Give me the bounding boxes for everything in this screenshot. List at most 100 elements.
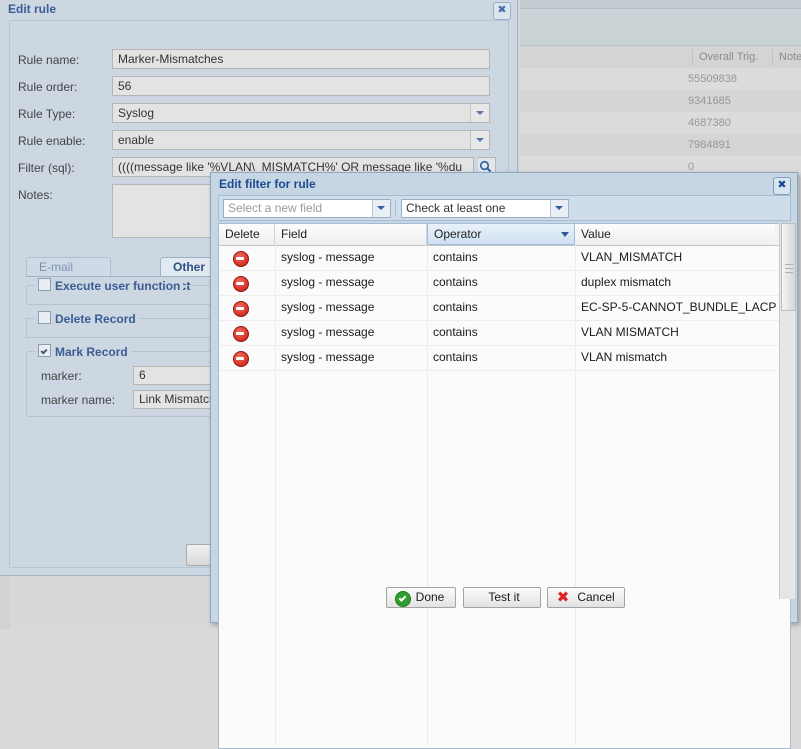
background-toolbar-strip — [520, 0, 801, 9]
cell-value: duplex mismatch — [581, 275, 672, 289]
table-row[interactable]: syslog - message contains duplex mismatc… — [219, 271, 790, 296]
checkbox-execute-user-function[interactable] — [38, 278, 51, 291]
done-button-label: Done — [415, 590, 445, 604]
rule-enable-value: enable — [118, 133, 155, 147]
tab-email-notification[interactable]: E-mail Notification — [26, 257, 112, 293]
remove-icon[interactable] — [233, 351, 249, 367]
label-marker-name: marker name: — [41, 393, 116, 407]
label-rule-enable: Rule enable: — [18, 134, 86, 148]
background-grid-row: 7984891 — [520, 134, 801, 157]
column-header-operator[interactable]: Operator — [427, 224, 575, 245]
rule-name-input[interactable]: Marker-Mismatches — [112, 49, 490, 69]
chevron-down-icon[interactable] — [561, 232, 569, 237]
field-select-placeholder: Select a new field — [228, 201, 323, 215]
done-button[interactable]: Done — [386, 587, 456, 608]
rule-enable-select[interactable]: enable — [112, 130, 490, 150]
label-filter-sql: Filter (sql): — [18, 161, 75, 175]
form-row-rule-name: Rule name: Marker-Mismatches — [18, 49, 498, 71]
cell-field: syslog - message — [281, 250, 375, 264]
rule-order-input[interactable]: 56 — [112, 76, 490, 96]
filter-dialog-title: Edit filter for rule — [219, 177, 316, 191]
chevron-down-icon[interactable] — [550, 200, 568, 217]
cell-operator: contains — [433, 325, 478, 339]
filter-grid: Delete Field Operator Value syslog - mes… — [218, 223, 791, 749]
grid-divider — [575, 245, 576, 745]
cell-field: syslog - message — [281, 275, 375, 289]
background-column-note: Note — [779, 51, 801, 63]
remove-icon[interactable] — [233, 276, 249, 292]
rule-type-select[interactable]: Syslog — [112, 103, 490, 123]
cell-field: syslog - message — [281, 300, 375, 314]
label-mark-record: Mark Record — [55, 345, 128, 359]
label-marker: marker: — [41, 369, 82, 383]
group-legend-execute-user-function[interactable]: Execute user function — [35, 278, 184, 293]
column-header-field[interactable]: Field — [275, 224, 427, 245]
group-legend-mark-record[interactable]: Mark Record — [35, 344, 131, 359]
table-row[interactable]: syslog - message contains VLAN mismatch — [219, 346, 790, 371]
grid-divider — [275, 245, 276, 745]
group-legend-delete-record[interactable]: Delete Record — [35, 311, 139, 326]
scrollbar-thumb[interactable] — [781, 223, 796, 311]
form-row-rule-enable: Rule enable: enable — [18, 130, 498, 152]
column-header-operator-label: Operator — [434, 227, 482, 241]
remove-icon[interactable] — [233, 251, 249, 267]
cell-operator: contains — [433, 275, 478, 289]
test-it-button[interactable]: Test it — [463, 587, 541, 608]
column-header-value[interactable]: Value — [575, 224, 775, 245]
cell-value: VLAN_MISMATCH — [581, 250, 683, 264]
toolbar-divider — [395, 200, 396, 217]
chevron-down-icon[interactable] — [470, 104, 489, 122]
vertical-scrollbar[interactable] — [779, 223, 796, 599]
checkbox-delete-record[interactable] — [38, 311, 51, 324]
checkbox-mark-record[interactable] — [38, 344, 51, 357]
field-select[interactable]: Select a new field — [223, 199, 391, 218]
table-row[interactable]: syslog - message contains VLAN MISMATCH — [219, 321, 790, 346]
cell-operator: contains — [433, 350, 478, 364]
chevron-down-icon[interactable] — [470, 131, 489, 149]
background-column-overall-trig: Overall Trig. — [699, 51, 759, 63]
table-row[interactable]: syslog - message contains EC-SP-5-CANNOT… — [219, 296, 790, 321]
background-grid-row: 55509838 — [520, 68, 801, 91]
label-rule-type: Rule Type: — [18, 107, 76, 121]
grid-divider — [427, 245, 428, 745]
chevron-down-icon[interactable] — [372, 200, 390, 217]
cell-field: syslog - message — [281, 325, 375, 339]
background-grid-row: 4687380 — [520, 112, 801, 135]
red-cross-icon: ✖ — [556, 589, 570, 606]
test-it-button-label: Test it — [488, 590, 520, 604]
close-icon[interactable]: ✖ — [773, 177, 791, 195]
cell-value: EC-SP-5-CANNOT_BUNDLE_LACP — [581, 300, 777, 314]
remove-icon[interactable] — [233, 326, 249, 342]
cell-field: syslog - message — [281, 350, 375, 364]
cancel-button[interactable]: ✖ Cancel — [547, 587, 625, 608]
match-mode-select[interactable]: Check at least one — [401, 199, 569, 218]
table-row[interactable]: syslog - message contains VLAN_MISMATCH — [219, 246, 790, 271]
filter-grid-header: Delete Field Operator Value — [219, 224, 790, 246]
background-grid-header: Overall Trig. Note — [520, 46, 801, 69]
background-cell-value: 7984891 — [688, 139, 731, 151]
cell-operator: contains — [433, 300, 478, 314]
label-rule-name: Rule name: — [18, 53, 80, 67]
filter-dialog-footer: Done Test it ✖ Cancel — [211, 577, 797, 622]
filter-toolbar: Select a new field Check at least one — [218, 195, 791, 221]
edit-filter-dialog: Edit filter for rule ✖ Select a new fiel… — [210, 172, 798, 749]
label-delete-record: Delete Record — [55, 312, 136, 326]
label-notes: Notes: — [18, 188, 53, 202]
cell-value: VLAN MISMATCH — [581, 325, 679, 339]
match-mode-value: Check at least one — [406, 201, 506, 215]
tab-underline — [26, 276, 216, 277]
background-cell-value: 4687380 — [688, 117, 731, 129]
green-check-icon — [395, 591, 411, 607]
background-cell-value: 9341685 — [688, 95, 731, 107]
background-panel — [520, 12, 801, 46]
cell-operator: contains — [433, 250, 478, 264]
label-rule-order: Rule order: — [18, 80, 78, 94]
cancel-button-label: Cancel — [577, 590, 615, 604]
remove-icon[interactable] — [233, 301, 249, 317]
form-row-rule-type: Rule Type: Syslog — [18, 103, 498, 125]
background-grid-row: 9341685 — [520, 90, 801, 113]
cell-value: VLAN mismatch — [581, 350, 668, 364]
edit-rule-title: Edit rule — [8, 2, 57, 16]
column-header-delete[interactable]: Delete — [219, 224, 275, 245]
close-icon[interactable]: ✖ — [493, 2, 511, 20]
